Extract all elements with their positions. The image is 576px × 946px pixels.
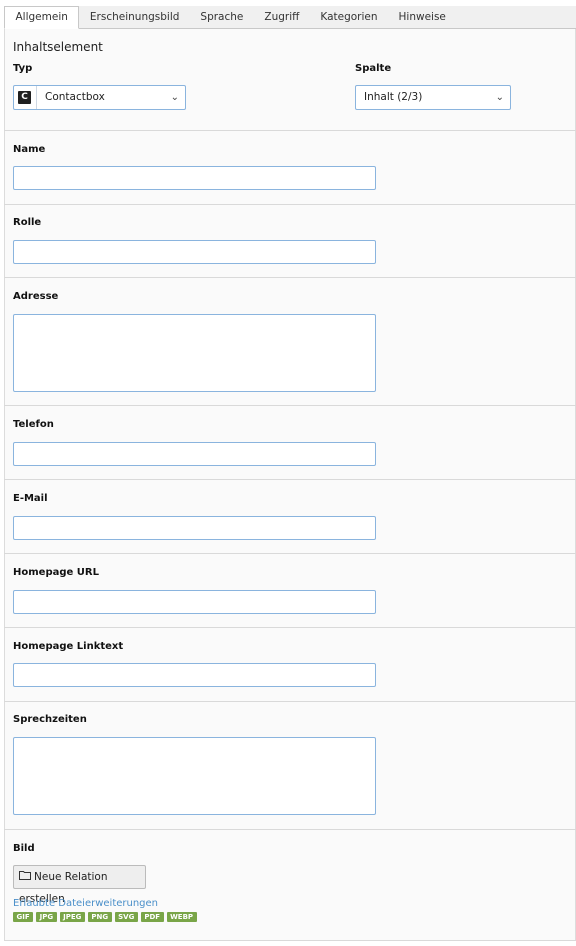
tab-hinweise[interactable]: Hinweise — [388, 6, 456, 28]
divider — [4, 829, 576, 830]
extension-badge: SVG — [114, 912, 138, 922]
homepage-url-label: Homepage URL — [13, 567, 99, 578]
divider — [4, 204, 576, 205]
typ-label: Typ — [13, 63, 33, 74]
name-label: Name — [13, 144, 46, 155]
bild-label: Bild — [13, 843, 35, 854]
homepage-linktext-label: Homepage Linktext — [13, 641, 124, 652]
email-input[interactable] — [13, 516, 376, 540]
extension-badge: PDF — [140, 912, 164, 922]
divider — [4, 130, 576, 131]
email-label: E-Mail — [13, 493, 48, 504]
folder-icon — [19, 866, 31, 888]
homepage-linktext-input[interactable] — [13, 663, 376, 687]
tab-sprache[interactable]: Sprache — [190, 6, 254, 28]
typ-select[interactable]: C Contactbox ⌄ — [13, 85, 186, 110]
rolle-input[interactable] — [13, 240, 376, 264]
extension-badge: PNG — [87, 912, 112, 922]
divider — [4, 701, 576, 702]
extension-badge: JPG — [36, 912, 57, 922]
name-input[interactable] — [13, 166, 376, 190]
tab-bar: Allgemein Erscheinungsbild Sprache Zugri… — [4, 6, 576, 29]
homepage-url-input[interactable] — [13, 590, 376, 614]
spalte-label: Spalte — [355, 63, 392, 74]
sprechzeiten-label: Sprechzeiten — [13, 714, 87, 725]
content-element-form: Allgemein Erscheinungsbild Sprache Zugri… — [0, 0, 576, 946]
tab-erscheinungsbild[interactable]: Erscheinungsbild — [79, 6, 190, 28]
divider — [4, 277, 576, 278]
rolle-label: Rolle — [13, 217, 42, 228]
tab-allgemein[interactable]: Allgemein — [4, 6, 80, 29]
allowed-extensions-label: Erlaubte Dateierweiterungen — [13, 898, 159, 909]
typ-select-separator — [36, 86, 37, 109]
chevron-down-icon: ⌄ — [495, 92, 504, 103]
adresse-label: Adresse — [13, 291, 59, 302]
telefon-label: Telefon — [13, 419, 54, 430]
extension-badge: GIF — [13, 912, 34, 922]
spalte-select-value: Inhalt (2/3) — [364, 91, 423, 103]
contactbox-icon: C — [18, 91, 31, 104]
divider — [4, 479, 576, 480]
divider — [4, 553, 576, 554]
new-relation-button[interactable]: Neue Relation erstellen — [13, 865, 146, 905]
tab-zugriff[interactable]: Zugriff — [254, 6, 310, 28]
extension-badge: WEBP — [166, 912, 197, 922]
extension-badges: GIF JPG JPEG PNG SVG PDF WEBP — [13, 912, 197, 922]
telefon-input[interactable] — [13, 442, 376, 466]
section-title: Inhaltselement — [13, 40, 103, 54]
extension-badge: JPEG — [59, 912, 85, 922]
chevron-down-icon: ⌄ — [170, 92, 179, 103]
divider — [4, 405, 576, 406]
divider — [4, 627, 576, 628]
spalte-select[interactable]: Inhalt (2/3) ⌄ — [355, 85, 511, 110]
typ-select-value: Contactbox — [45, 91, 105, 103]
adresse-textarea[interactable] — [13, 314, 376, 392]
divider — [4, 940, 576, 941]
tab-kategorien[interactable]: Kategorien — [310, 6, 388, 28]
sprechzeiten-textarea[interactable] — [13, 737, 376, 815]
